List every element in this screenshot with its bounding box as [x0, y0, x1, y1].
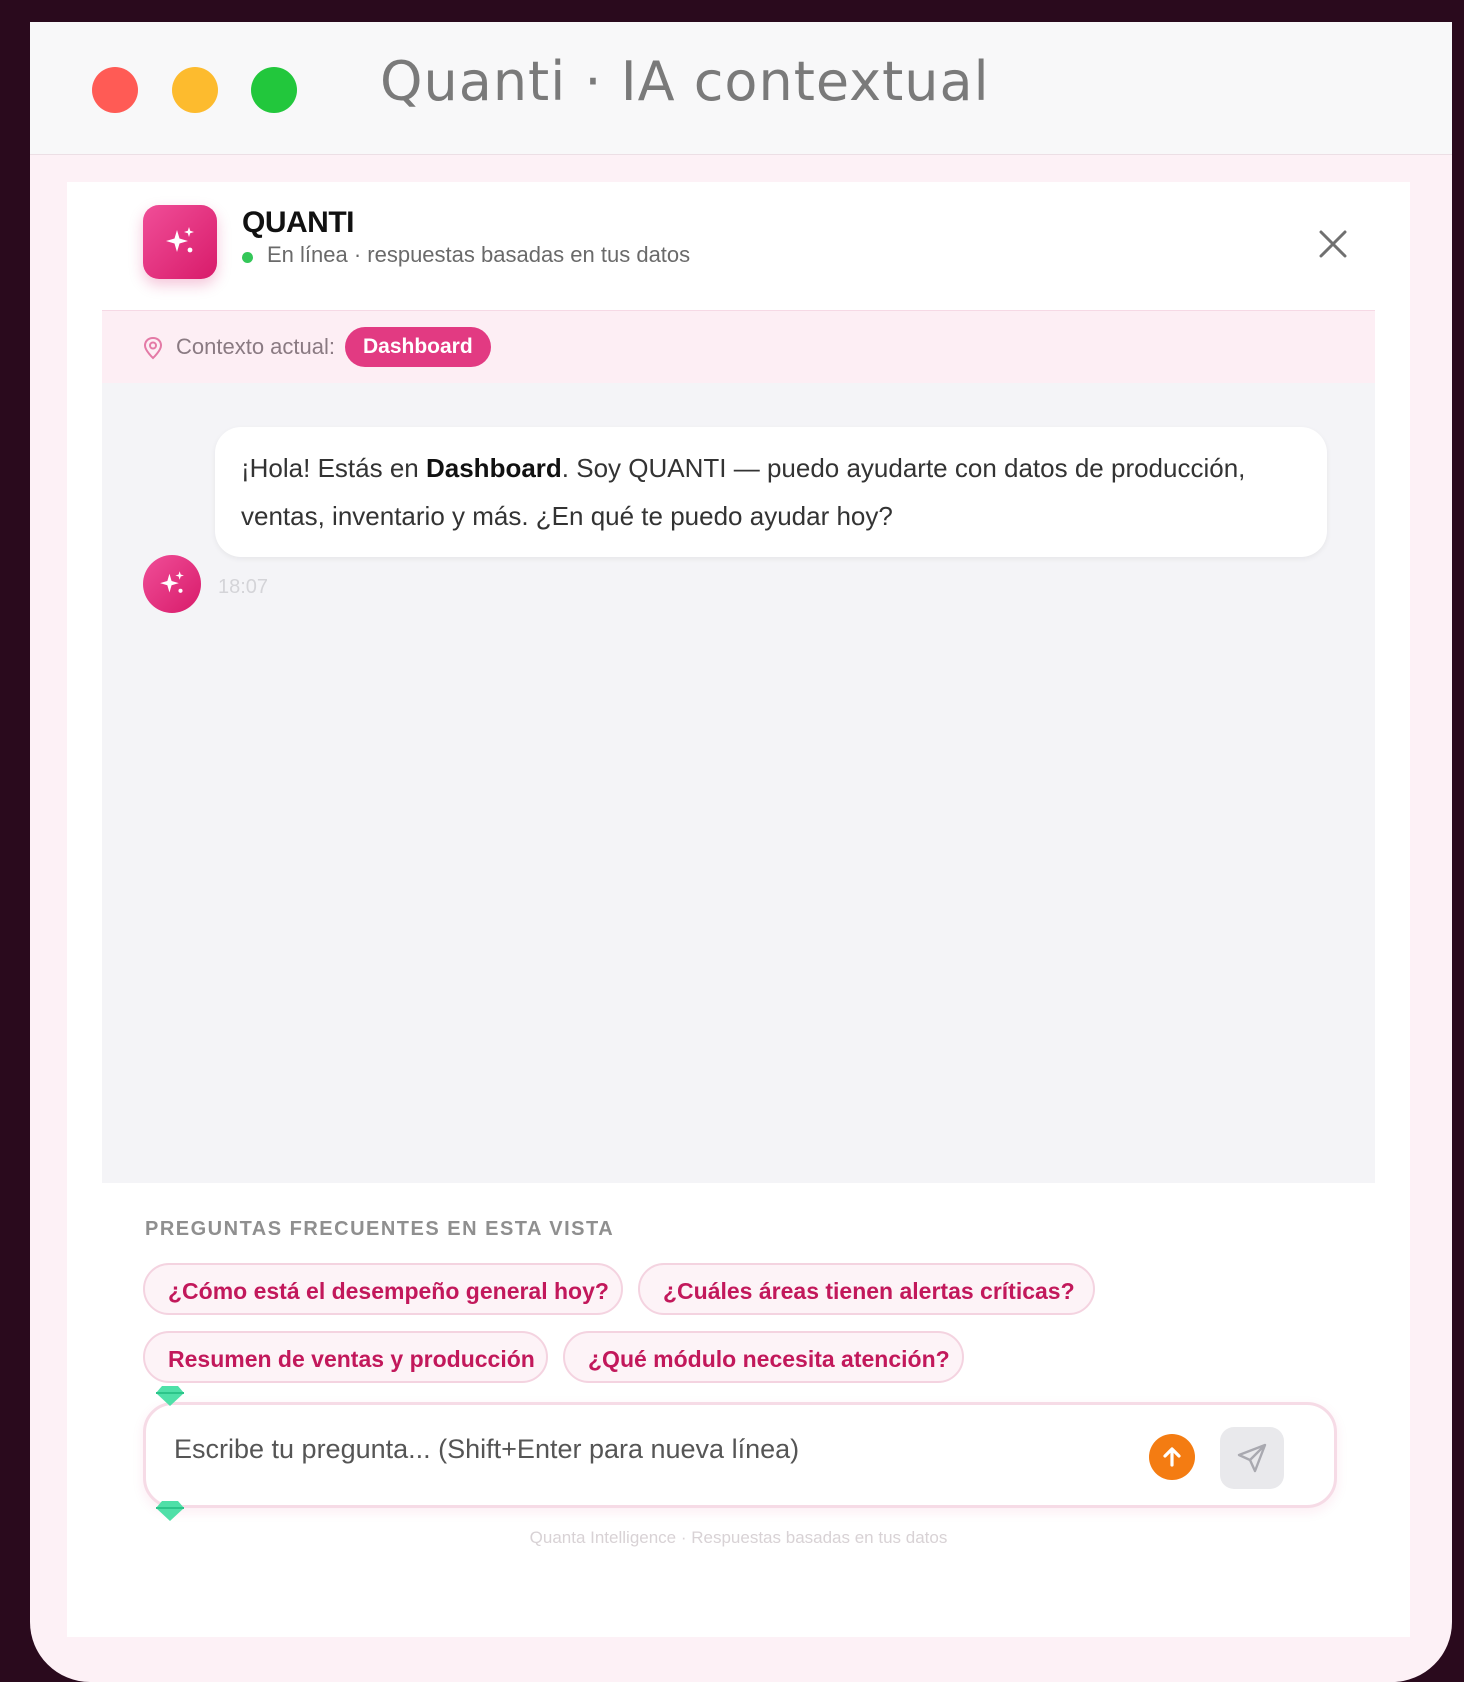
gem-decoration-icon — [156, 1386, 184, 1406]
context-badge: Dashboard — [345, 327, 491, 367]
faq-chip-critical-alerts[interactable]: ¿Cuáles áreas tienen alertas críticas? — [638, 1263, 1095, 1315]
close-button[interactable] — [1313, 224, 1353, 264]
message-list[interactable]: ¡Hola! Estás en Dashboard. Soy QUANTI — … — [102, 383, 1375, 1183]
message-composer — [143, 1402, 1337, 1508]
window-minimize-dot[interactable] — [172, 67, 218, 113]
message-timestamp: 18:07 — [218, 576, 269, 598]
chat-header: QUANTI En línea · respuestas basadas en … — [67, 182, 1410, 310]
send-button[interactable] — [1220, 1427, 1284, 1489]
online-indicator — [242, 251, 253, 263]
faq-chip-sales-summary[interactable]: Resumen de ventas y producción — [143, 1331, 548, 1383]
gem-decoration-icon — [156, 1501, 184, 1521]
close-icon — [1319, 230, 1347, 258]
window-title: Quanti · IA contextual — [380, 50, 990, 113]
online-status-text: En línea · respuestas basadas en tus dat… — [267, 242, 691, 267]
assistant-name: QUANTI — [242, 206, 355, 239]
window-close-dot[interactable] — [92, 67, 138, 113]
faq-chip-performance[interactable]: ¿Cómo está el desempeño general hoy? — [143, 1263, 623, 1315]
sparkles-icon — [143, 205, 217, 279]
assistant-message-bubble: ¡Hola! Estás en Dashboard. Soy QUANTI — … — [215, 427, 1327, 557]
faq-chip-module-attention[interactable]: ¿Qué módulo necesita atención? — [563, 1331, 964, 1383]
upload-button[interactable] — [1149, 1434, 1195, 1480]
faq-heading: PREGUNTAS FRECUENTES EN ESTA VISTA — [145, 1218, 615, 1240]
context-bar: Contexto actual: Dashboard — [102, 310, 1375, 384]
footer-note: Quanta Intelligence · Respuestas basadas… — [529, 1528, 948, 1547]
online-status: En línea · respuestas basadas en tus dat… — [242, 242, 690, 268]
message-input[interactable] — [172, 1423, 1076, 1475]
window-maximize-dot[interactable] — [251, 67, 297, 113]
title-bar: Quanti · IA contextual — [30, 22, 1452, 155]
send-icon — [1237, 1443, 1267, 1473]
chat-panel: QUANTI En línea · respuestas basadas en … — [67, 182, 1410, 1637]
message-text: ¡Hola! Estás en Dashboard. Soy QUANTI — … — [241, 453, 1246, 531]
map-pin-icon — [143, 336, 163, 360]
context-label: Contexto actual: — [176, 334, 335, 359]
app-window: Quanti · IA contextual QUANTI En línea ·… — [30, 22, 1452, 1682]
arrow-up-icon — [1163, 1447, 1181, 1467]
assistant-avatar — [143, 555, 201, 613]
sparkles-icon — [160, 571, 184, 593]
